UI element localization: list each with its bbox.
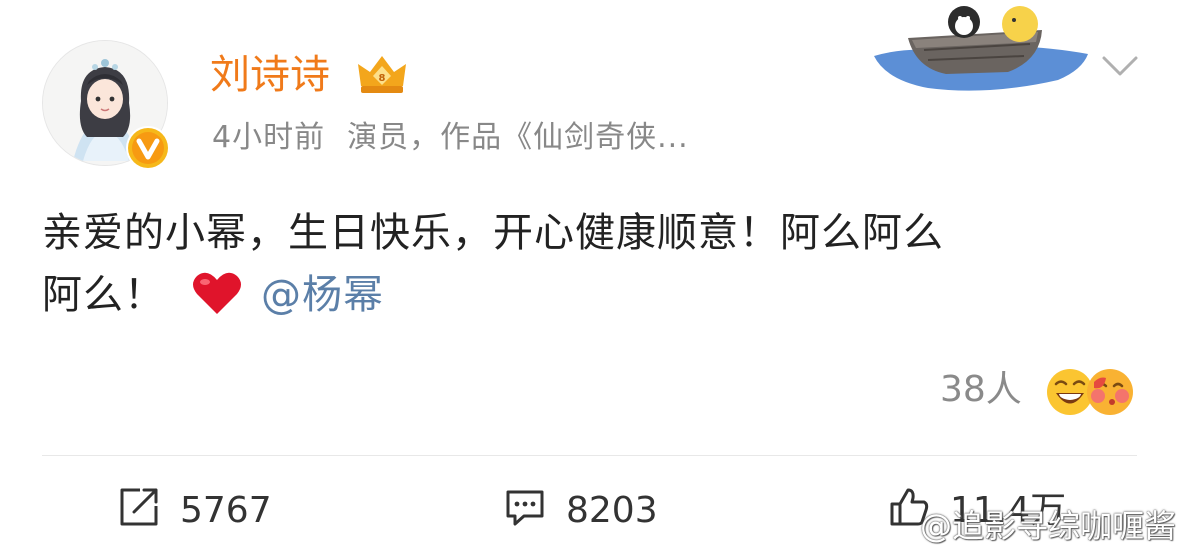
post-time: 4小时前 <box>212 120 326 155</box>
watermark: @追影寻综咖喱酱 <box>920 507 1177 545</box>
author-name[interactable]: 刘诗诗 <box>210 50 330 100</box>
comment-icon <box>506 490 544 526</box>
chevron-down-icon[interactable] <box>1100 52 1140 80</box>
mention-link[interactable]: @杨幂 <box>261 272 384 318</box>
kiss-emoji-icon[interactable] <box>1084 366 1136 418</box>
content-line-2: 阿么！ <box>42 272 165 318</box>
repost-icon <box>120 488 158 526</box>
divider <box>42 455 1137 456</box>
post-content: 亲爱的小幂，生日快乐，开心健康顺意！阿么阿么 阿么！ @杨幂 <box>42 202 1142 326</box>
repost-button[interactable]: 5767 <box>118 486 272 531</box>
verified-badge <box>126 126 170 170</box>
content-line-1: 亲爱的小幂，生日快乐，开心健康顺意！阿么阿么 <box>42 210 944 256</box>
crown-badge-icon[interactable]: 8 <box>355 52 409 96</box>
comment-button[interactable]: 8203 <box>504 486 658 531</box>
author-bio[interactable]: 演员，作品《仙剑奇侠... <box>347 120 689 155</box>
svg-text:8: 8 <box>379 73 386 84</box>
boat-illustration <box>874 6 1088 91</box>
comment-count: 8203 <box>566 490 658 531</box>
post-meta: 4小时前 演员，作品《仙剑奇侠... <box>212 118 689 158</box>
card-decoration <box>868 0 1090 104</box>
repost-count: 5767 <box>180 490 272 531</box>
reactions-count[interactable]: 38人 <box>940 368 1022 412</box>
content-line-2-wrap: 阿么！ @杨幂 <box>42 264 1142 326</box>
verified-v-icon <box>128 128 168 168</box>
heart-emoji-icon <box>191 270 243 316</box>
